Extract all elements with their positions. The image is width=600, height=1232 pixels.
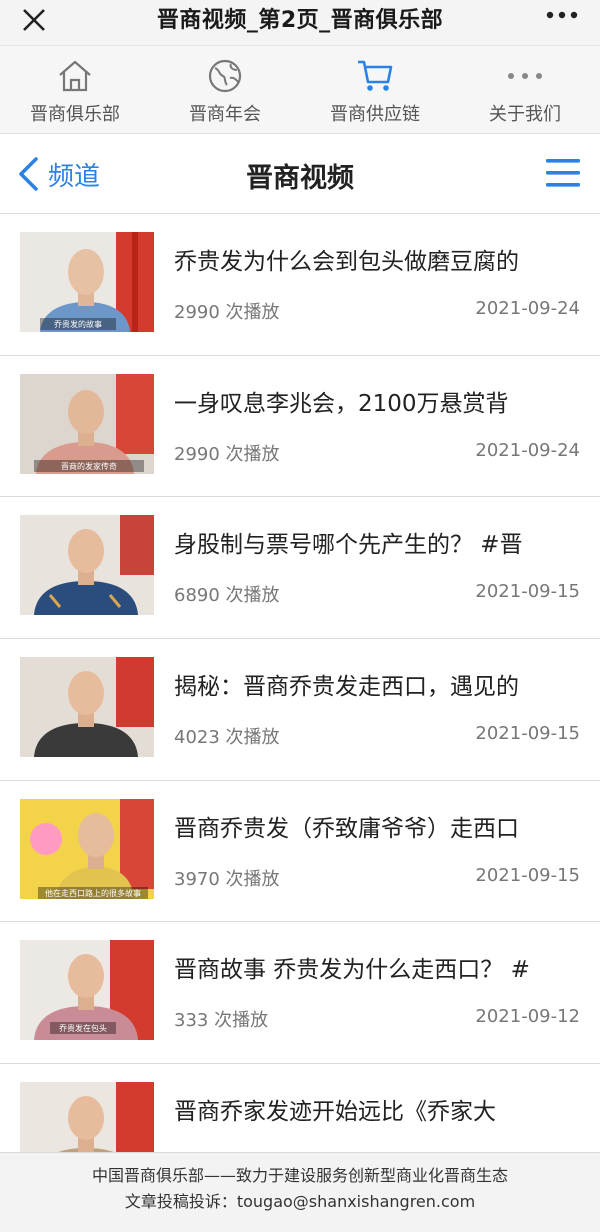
play-count: 6890 次播放 bbox=[174, 585, 280, 607]
thumb-caption: 乔贵发的故事 bbox=[54, 319, 102, 329]
window-titlebar: 晋商视频_第2页_晋商俱乐部 bbox=[0, 0, 600, 46]
list-item[interactable]: 乔贵发在包头 晋商故事 乔贵发为什么走西口？ # 333 次播放 2021-09… bbox=[0, 922, 600, 1065]
publish-date: 2021-09-15 bbox=[475, 723, 580, 745]
play-count: 4023 次播放 bbox=[174, 727, 280, 749]
video-title[interactable]: 一身叹息李兆会，2100万悬赏背 bbox=[174, 384, 584, 418]
publish-date: 2021-09-24 bbox=[475, 439, 580, 461]
video-list: 乔贵发的故事 乔贵发为什么会到包头做磨豆腐的 2990 次播放 2021-09-… bbox=[0, 214, 600, 1206]
publish-date: 2021-09-24 bbox=[475, 298, 580, 319]
nav-label: 关于我们 bbox=[489, 104, 561, 125]
close-button[interactable] bbox=[14, 0, 54, 40]
more-horizontal-icon bbox=[546, 11, 578, 19]
nav-item-supply[interactable]: 晋商供应链 bbox=[300, 46, 450, 133]
footer-contact[interactable]: 文章投稿投诉：tougao@shanxishangren.com bbox=[0, 1189, 600, 1215]
publish-date: 2021-09-12 bbox=[475, 1006, 580, 1028]
publish-date: 2021-09-15 bbox=[475, 864, 580, 886]
video-title[interactable]: 身股制与票号哪个先产生的？ #晋 bbox=[174, 525, 584, 559]
nav-item-about[interactable]: 关于我们 bbox=[450, 46, 600, 133]
video-thumbnail[interactable]: 乔贵发的故事 bbox=[20, 232, 154, 332]
publish-date: 2021-09-15 bbox=[475, 581, 580, 603]
list-item[interactable]: 他在走西口路上的很多故事 晋商乔贵发（乔致庸爷爷）走西口 3970 次播放 20… bbox=[0, 780, 600, 923]
nav-item-club[interactable]: 晋商俱乐部 bbox=[0, 46, 150, 133]
play-count: 2990 次播放 bbox=[174, 302, 280, 323]
menu-button[interactable] bbox=[544, 156, 582, 190]
footer-slogan: 中国晋商俱乐部——致力于建设服务创新型商业化晋商生态 bbox=[91, 1166, 508, 1185]
video-thumbnail[interactable]: 晋商的发家传奇 bbox=[20, 373, 154, 474]
nav-label: 晋商供应链 bbox=[330, 104, 420, 125]
nav-label: 晋商年会 bbox=[189, 104, 261, 125]
top-nav: 晋商俱乐部 晋商年会 晋商供应链 关于我们 bbox=[0, 46, 600, 134]
nav-item-annual[interactable]: 晋商年会 bbox=[150, 46, 300, 133]
video-title[interactable]: 揭秘：晋商乔贵发走西口，遇见的 bbox=[174, 667, 584, 701]
hamburger-icon bbox=[546, 159, 580, 187]
video-thumbnail[interactable]: 他在走西口路上的很多故事 bbox=[20, 798, 154, 899]
more-dots-icon bbox=[506, 58, 544, 94]
more-options-button[interactable] bbox=[542, 0, 582, 30]
video-title[interactable]: 晋商故事 乔贵发为什么走西口？ # bbox=[174, 950, 584, 984]
page-title: 晋商视频 bbox=[246, 163, 354, 194]
video-thumbnail[interactable] bbox=[20, 515, 154, 616]
close-icon bbox=[23, 9, 45, 31]
thumb-caption: 晋商的发家传奇 bbox=[61, 461, 117, 471]
list-item[interactable]: 身股制与票号哪个先产生的？ #晋 6890 次播放 2021-09-15 bbox=[0, 497, 600, 640]
home-icon bbox=[56, 58, 94, 94]
page-footer: 中国晋商俱乐部——致力于建设服务创新型商业化晋商生态 文章投稿投诉：tougao… bbox=[0, 1152, 600, 1232]
play-count: 333 次播放 bbox=[174, 1010, 269, 1032]
video-thumbnail[interactable]: 乔贵发在包头 bbox=[20, 940, 154, 1041]
video-title[interactable]: 乔贵发为什么会到包头做磨豆腐的 bbox=[174, 242, 584, 276]
list-item[interactable]: 晋商的发家传奇 一身叹息李兆会，2100万悬赏背 2990 次播放 2021-0… bbox=[0, 355, 600, 498]
thumb-caption: 乔贵发在包头 bbox=[59, 1023, 107, 1033]
video-title[interactable]: 晋商乔贵发（乔致庸爷爷）走西口 bbox=[174, 809, 584, 843]
play-count: 3970 次播放 bbox=[174, 868, 280, 890]
window-title: 晋商视频_第2页_晋商俱乐部 bbox=[156, 7, 444, 33]
list-item[interactable]: 乔贵发的故事 乔贵发为什么会到包头做磨豆腐的 2990 次播放 2021-09-… bbox=[0, 214, 600, 356]
globe-icon bbox=[206, 58, 244, 94]
channel-header: 频道 晋商视频 bbox=[0, 134, 600, 214]
cart-icon bbox=[356, 58, 394, 94]
video-thumbnail[interactable] bbox=[20, 657, 154, 758]
nav-label: 晋商俱乐部 bbox=[30, 104, 120, 125]
list-item[interactable]: 揭秘：晋商乔贵发走西口，遇见的 4023 次播放 2021-09-15 bbox=[0, 639, 600, 781]
video-title[interactable]: 晋商乔家发迹开始远比《乔家大 bbox=[174, 1092, 584, 1126]
play-count: 2990 次播放 bbox=[174, 443, 280, 465]
thumb-caption: 他在走西口路上的很多故事 bbox=[45, 888, 141, 898]
